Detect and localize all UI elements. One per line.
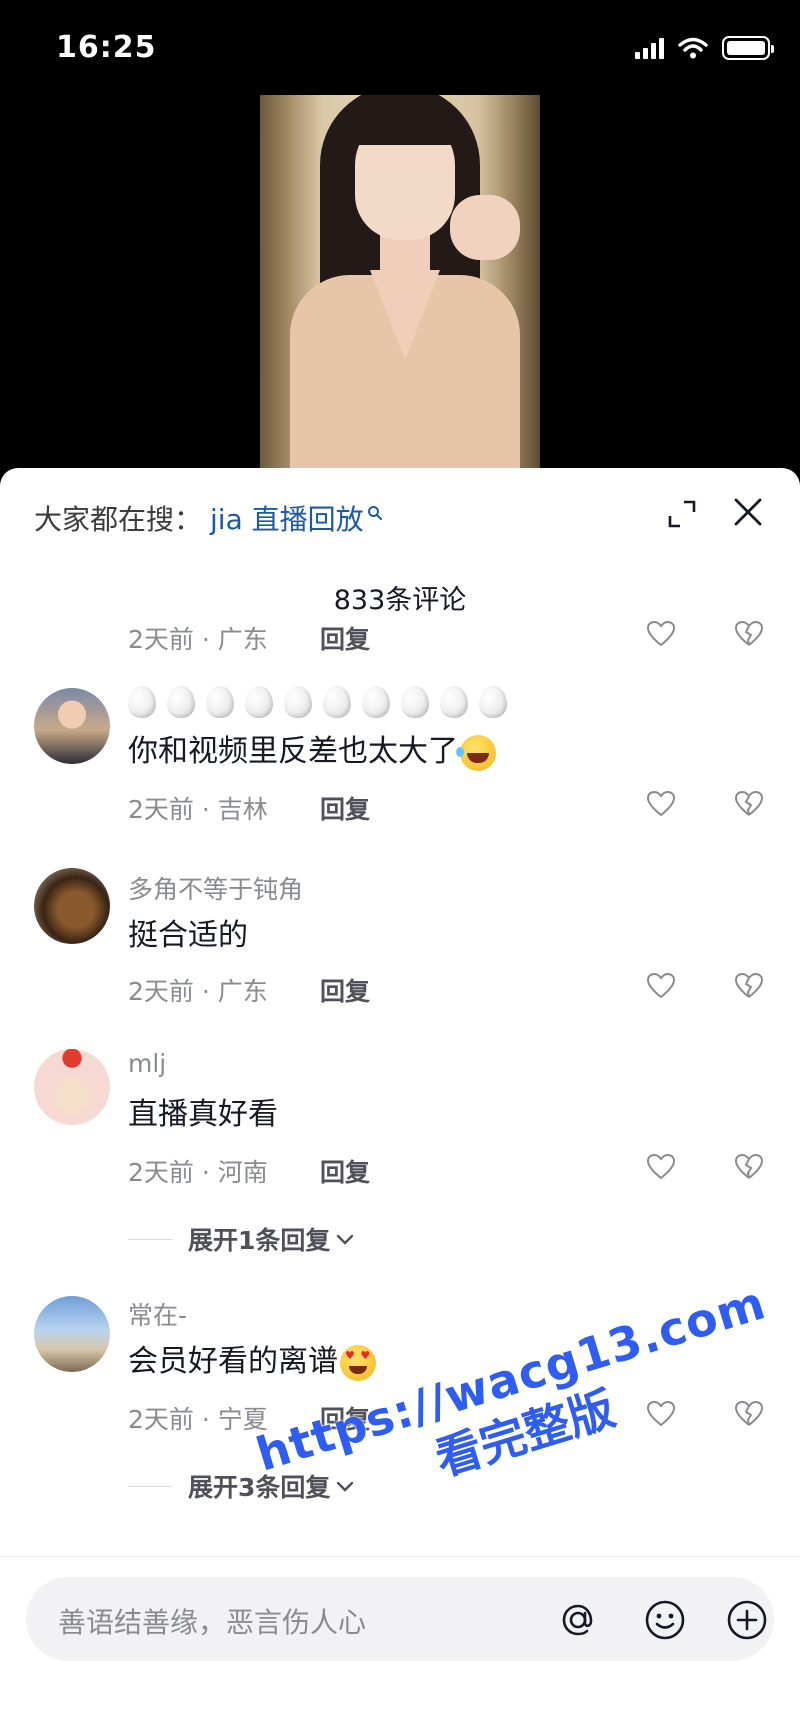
comment-text-content: 会员好看的离谱	[128, 1344, 338, 1379]
comment-list[interactable]: 2天前 · 广东 回复 你和视频里反差也太大了 2天前 · 吉林 回复 多角不等…	[0, 616, 800, 1616]
dislike-broken-heart-icon[interactable]	[733, 970, 765, 1002]
reply-button[interactable]: 回复	[320, 972, 370, 1008]
status-icons	[635, 36, 774, 60]
expand-icon[interactable]	[664, 496, 700, 532]
like-heart-icon[interactable]	[645, 1151, 677, 1183]
divider	[128, 1238, 172, 1240]
expand-replies-label: 展开1条回复	[188, 1226, 331, 1255]
status-time: 16:25	[56, 30, 157, 65]
reply-button[interactable]: 回复	[320, 620, 370, 656]
dislike-broken-heart-icon[interactable]	[733, 1398, 765, 1430]
comment-text: 会员好看的离谱	[128, 1336, 376, 1381]
comment-text: 直播真好看	[128, 1097, 278, 1132]
comment-sheet: 大家都在搜： jia 直播回放 833条评论 2天前 · 广东 回复 你和视频里…	[0, 468, 800, 1733]
dislike-broken-heart-icon[interactable]	[733, 788, 765, 820]
add-icon[interactable]	[726, 1599, 768, 1641]
search-suggestion[interactable]: 大家都在搜： jia 直播回放	[34, 498, 383, 538]
like-heart-icon[interactable]	[645, 1398, 677, 1430]
video-area[interactable]	[0, 95, 800, 470]
comment-count: 833条评论	[333, 585, 467, 616]
like-heart-icon[interactable]	[645, 970, 677, 1002]
cellular-signal-icon	[635, 37, 664, 59]
dislike-broken-heart-icon[interactable]	[733, 1151, 765, 1183]
comment-meta: 2天前 · 吉林	[128, 795, 268, 824]
video-thumbnail[interactable]	[260, 95, 540, 470]
comment-input-bar: 善语结善缘，恶言伤人心	[0, 1556, 800, 1733]
comment-input-placeholder: 善语结善缘，恶言伤人心	[58, 1606, 367, 1639]
comment-meta: 2天前 · 广东	[128, 977, 268, 1006]
search-prefix: 大家都在搜：	[34, 503, 203, 536]
divider	[128, 1485, 172, 1487]
comment-text: 你和视频里反差也太大了	[128, 726, 496, 771]
comment-username[interactable]: mlj	[128, 1049, 166, 1078]
egg-emoji-row	[128, 686, 507, 718]
avatar[interactable]	[34, 688, 110, 764]
comment-input[interactable]: 善语结善缘，恶言伤人心	[26, 1577, 774, 1661]
close-icon[interactable]	[730, 494, 766, 530]
chevron-down-icon	[337, 1234, 354, 1245]
comment-username[interactable]: 常在-	[128, 1296, 187, 1332]
comment-text-content: 你和视频里反差也太大了	[128, 734, 458, 769]
battery-icon	[722, 36, 774, 60]
laughing-emoji-icon	[456, 734, 496, 771]
expand-replies-button[interactable]: 展开1条回复	[128, 1221, 356, 1257]
comment-text: 挺合适的	[128, 918, 248, 953]
expand-replies-button[interactable]: 展开3条回复	[128, 1468, 356, 1504]
reply-button[interactable]: 回复	[320, 1153, 370, 1189]
avatar[interactable]	[34, 1296, 110, 1372]
like-heart-icon[interactable]	[645, 788, 677, 820]
at-mention-icon[interactable]	[558, 1600, 598, 1640]
comment-username[interactable]: 多角不等于钝角	[128, 870, 303, 906]
search-term-link[interactable]: jia 直播回放	[210, 498, 364, 538]
comment-meta: 2天前 · 广东	[128, 625, 268, 654]
dislike-broken-heart-icon[interactable]	[733, 618, 765, 650]
status-bar: 16:25	[0, 0, 800, 95]
reply-button[interactable]: 回复	[320, 790, 370, 826]
comment-meta: 2天前 · 宁夏	[128, 1405, 268, 1434]
like-heart-icon[interactable]	[645, 618, 677, 650]
comment-meta: 2天前 · 河南	[128, 1158, 268, 1187]
reply-button[interactable]: 回复	[320, 1400, 370, 1436]
heart-eyes-emoji-icon	[340, 1344, 376, 1381]
emoji-face-icon[interactable]	[644, 1599, 686, 1641]
wifi-icon	[678, 37, 708, 59]
avatar[interactable]	[34, 868, 110, 944]
search-icon	[367, 506, 382, 520]
chevron-down-icon	[337, 1481, 354, 1492]
expand-replies-label: 展开3条回复	[188, 1473, 331, 1502]
avatar[interactable]	[34, 1049, 110, 1125]
